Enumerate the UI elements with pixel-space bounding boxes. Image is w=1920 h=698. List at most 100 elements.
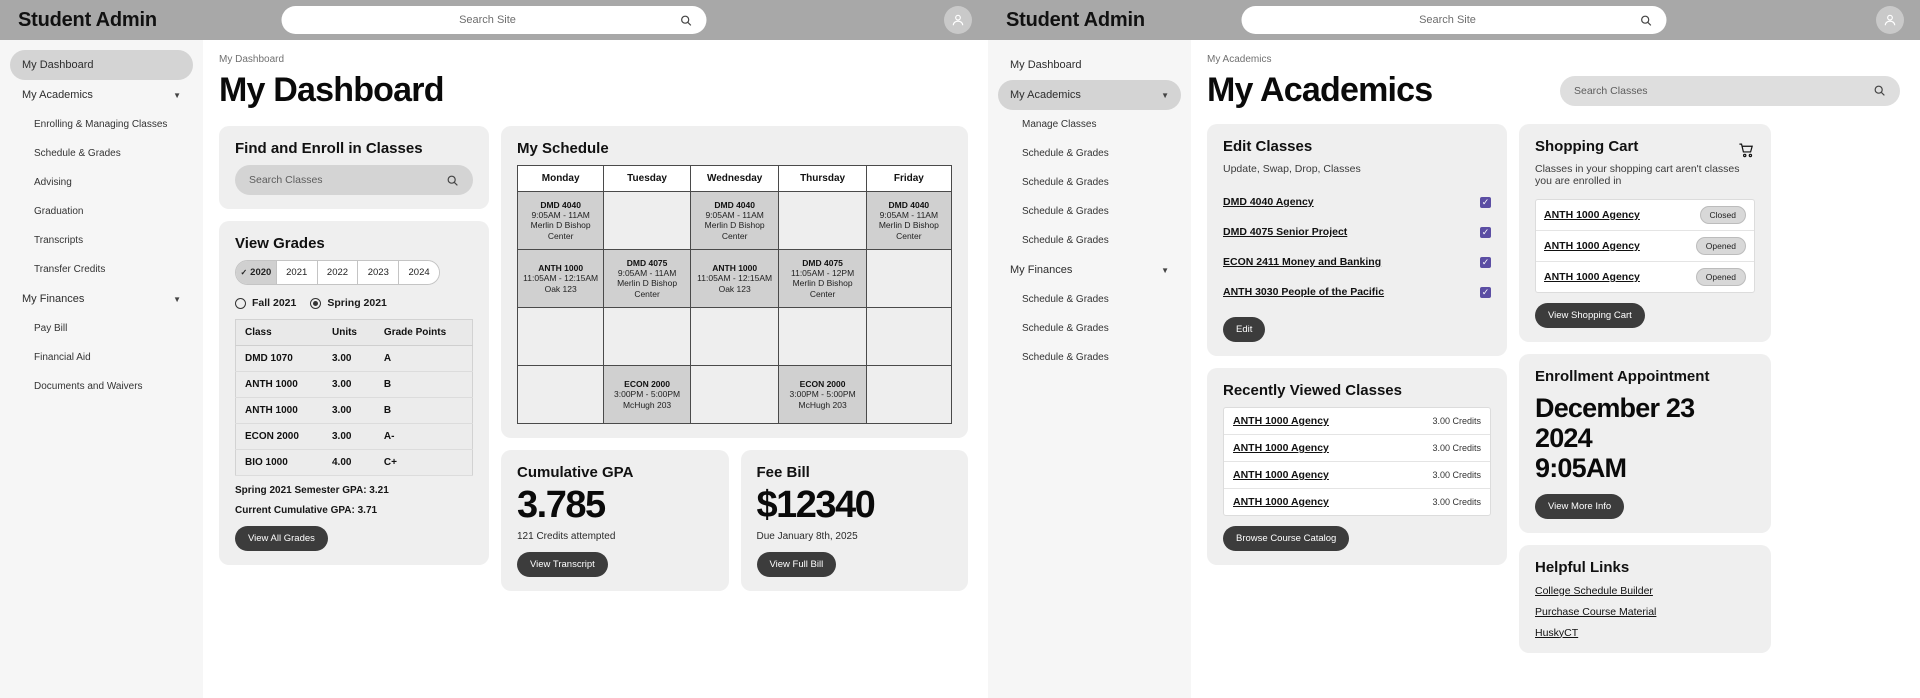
schedule-event[interactable]: DMD 4075 9:05AM - 11AM Merlin D Bishop C… [603, 249, 691, 308]
year-tab-2021[interactable]: 2021 [276, 261, 318, 284]
class-link[interactable]: DMD 4040 Agency [1223, 196, 1314, 208]
view-full-bill-button[interactable]: View Full Bill [756, 551, 837, 577]
academics-column-left: Edit Classes Update, Swap, Drop, Classes… [1207, 124, 1507, 653]
sidebar-item-schedule-grades[interactable]: Schedule & Grades [10, 139, 193, 168]
sidebar-item-my-dashboard[interactable]: My Dashboard [998, 50, 1181, 80]
sidebar-item-schedule-grades-2[interactable]: Schedule & Grades [998, 168, 1181, 197]
schedule-event[interactable]: ANTH 1000 11:05AM - 12:15AM Oak 123 [689, 249, 780, 308]
year-tab-2023[interactable]: 2023 [358, 261, 400, 284]
class-checkbox[interactable] [1480, 226, 1491, 238]
class-checkbox[interactable] [1480, 196, 1491, 208]
year-tab-2024[interactable]: 2024 [399, 261, 439, 284]
sidebar-item-my-academics[interactable]: My Academics ▼ [998, 80, 1181, 110]
class-link[interactable]: ECON 2411 Money and Banking [1223, 256, 1381, 268]
class-link[interactable]: ANTH 3030 People of the Pacific [1223, 286, 1384, 298]
schedule-event[interactable]: ECON 2000 3:00PM - 5:00PM McHugh 203 [778, 365, 867, 424]
schedule-event[interactable]: DMD 4040 9:05AM - 11AM Merlin D Bishop C… [516, 191, 605, 250]
list-item[interactable]: ANTH 1000 Agency Opened [1536, 262, 1754, 292]
schedule-event[interactable]: DMD 4075 11:05AM - 12PM Merlin D Bishop … [778, 249, 867, 308]
search-classes-placeholder: Search Classes [1574, 84, 1648, 97]
recently-viewed-card: Recently Viewed Classes ANTH 1000 Agency… [1207, 368, 1507, 565]
sidebar-item-transfer-credits[interactable]: Transfer Credits [10, 255, 193, 284]
avatar[interactable] [944, 6, 972, 34]
sidebar-item-pay-bill[interactable]: Pay Bill [10, 314, 193, 343]
radio-spring-2021[interactable]: Spring 2021 [310, 297, 387, 309]
cell-class: DMD 1070 [235, 345, 323, 372]
sidebar-item-my-dashboard[interactable]: My Dashboard [10, 50, 193, 80]
view-all-grades-button[interactable]: View All Grades [235, 526, 328, 551]
radio-fall-2021[interactable]: Fall 2021 [235, 297, 296, 309]
schedule-event[interactable]: DMD 4040 9:05AM - 11AM Merlin D Bishop C… [865, 191, 953, 250]
class-checkbox[interactable] [1480, 286, 1491, 298]
schedule-event[interactable]: ANTH 1000 11:05AM - 12:15AM Oak 123 [516, 249, 605, 308]
site-search-input[interactable]: Search Site [281, 6, 707, 34]
list-item[interactable]: ANTH 1000 Agency Closed [1536, 200, 1754, 231]
dashboard-app-window: Student Admin Search Site My Dashboard M… [0, 0, 988, 698]
avatar[interactable] [1876, 6, 1904, 34]
sidebar-item-schedule-grades-5[interactable]: Schedule & Grades [998, 285, 1181, 314]
browse-course-catalog-button[interactable]: Browse Course Catalog [1223, 526, 1350, 551]
helpful-link-college-schedule-builder[interactable]: College Schedule Builder [1535, 585, 1755, 597]
search-classes-input[interactable]: Search Classes [235, 165, 473, 195]
academics-column-right: Shopping Cart Classes in your shopping c… [1519, 124, 1771, 653]
sidebar-item-financial-aid[interactable]: Financial Aid [10, 343, 193, 372]
schedule-empty-cell [778, 191, 867, 250]
schedule-event[interactable]: ECON 2000 3:00PM - 5:00PM McHugh 203 [603, 365, 691, 424]
list-item[interactable]: ANTH 1000 Agency 3.00 Credits [1224, 489, 1490, 515]
year-tab-2020[interactable]: ✓ 2020 [236, 261, 277, 284]
class-link[interactable]: ANTH 1000 Agency [1544, 209, 1640, 221]
class-link[interactable]: ANTH 1000 Agency [1233, 415, 1329, 427]
page-header: My Academics Search Classes [1207, 71, 1900, 110]
class-link[interactable]: ANTH 1000 Agency [1233, 442, 1329, 454]
cumulative-gpa-value: 3.785 [517, 484, 606, 526]
schedule-event[interactable]: DMD 4040 9:05AM - 11AM Merlin D Bishop C… [689, 191, 780, 250]
list-item[interactable]: ANTH 1000 Agency 3.00 Credits [1224, 462, 1490, 489]
sidebar-item-schedule-grades-4[interactable]: Schedule & Grades [998, 226, 1181, 255]
class-checkbox[interactable] [1480, 256, 1491, 268]
sidebar-item-my-academics[interactable]: My Academics ▼ [10, 80, 193, 110]
sidebar-item-transcripts[interactable]: Transcripts [10, 226, 193, 255]
list-item[interactable]: ANTH 1000 Agency 3.00 Credits [1224, 435, 1490, 462]
list-item[interactable]: ANTH 1000 Agency 3.00 Credits [1224, 408, 1490, 435]
sidebar-item-schedule-grades-6[interactable]: Schedule & Grades [998, 314, 1181, 343]
view-more-info-button[interactable]: View More Info [1535, 493, 1625, 519]
search-icon [680, 14, 693, 27]
schedule-empty-cell [865, 365, 953, 424]
sidebar-item-schedule-grades-1[interactable]: Schedule & Grades [998, 139, 1181, 168]
sidebar-item-documents-and-waivers[interactable]: Documents and Waivers [10, 372, 193, 401]
credits-value: 3.00 Credits [1432, 443, 1481, 453]
radio-label: Spring 2021 [327, 297, 387, 309]
fee-bill-value: $12340 [756, 484, 876, 526]
sidebar-item-schedule-grades-3[interactable]: Schedule & Grades [998, 197, 1181, 226]
class-link[interactable]: ANTH 1000 Agency [1233, 469, 1329, 481]
class-link[interactable]: ANTH 1000 Agency [1544, 240, 1640, 252]
class-link[interactable]: DMD 4075 Senior Project [1223, 226, 1347, 238]
class-link[interactable]: ANTH 1000 Agency [1233, 496, 1329, 508]
helpful-link-huskyct[interactable]: HuskyCT [1535, 627, 1755, 639]
event-time: 3:00PM - 5:00PM [614, 388, 681, 399]
academics-app-window: Student Admin Search Site My Dashboard M… [988, 0, 1920, 698]
sidebar-item-enrolling-managing-classes[interactable]: Enrolling & Managing Classes [10, 110, 193, 139]
sidebar-item-advising[interactable]: Advising [10, 168, 193, 197]
sidebar-item-my-finances[interactable]: My Finances ▼ [998, 255, 1181, 285]
list-item[interactable]: ANTH 1000 Agency Opened [1536, 231, 1754, 262]
helpful-links-card: Helpful Links College Schedule Builder P… [1519, 544, 1771, 653]
sidebar-item-manage-classes[interactable]: Manage Classes [998, 110, 1181, 139]
search-classes-input[interactable]: Search Classes [1560, 75, 1900, 106]
sidebar-item-my-finances[interactable]: My Finances ▼ [10, 284, 193, 314]
event-code: ANTH 1000 [712, 262, 758, 273]
schedule-table: Monday Tuesday Wednesday Thursday Friday… [516, 165, 953, 424]
day-header-wednesday: Wednesday [689, 165, 780, 192]
edit-button[interactable]: Edit [1223, 317, 1266, 342]
view-shopping-cart-button[interactable]: View Shopping Cart [1535, 303, 1645, 328]
site-search-input[interactable]: Search Site [1241, 6, 1667, 34]
year-tab-2022[interactable]: 2022 [317, 261, 359, 284]
view-transcript-button[interactable]: View Transcript [517, 551, 608, 577]
event-time: 11:05AM - 12:15AM [697, 272, 773, 283]
class-link[interactable]: ANTH 1000 Agency [1544, 271, 1640, 283]
helpful-link-purchase-course-material[interactable]: Purchase Course Material [1535, 606, 1755, 618]
sidebar-item-schedule-grades-7[interactable]: Schedule & Grades [998, 343, 1181, 372]
helpful-links-title: Helpful Links [1535, 558, 1630, 576]
sidebar-item-graduation[interactable]: Graduation [10, 197, 193, 226]
table-row: DMD 1070 3.00 A [235, 345, 473, 372]
